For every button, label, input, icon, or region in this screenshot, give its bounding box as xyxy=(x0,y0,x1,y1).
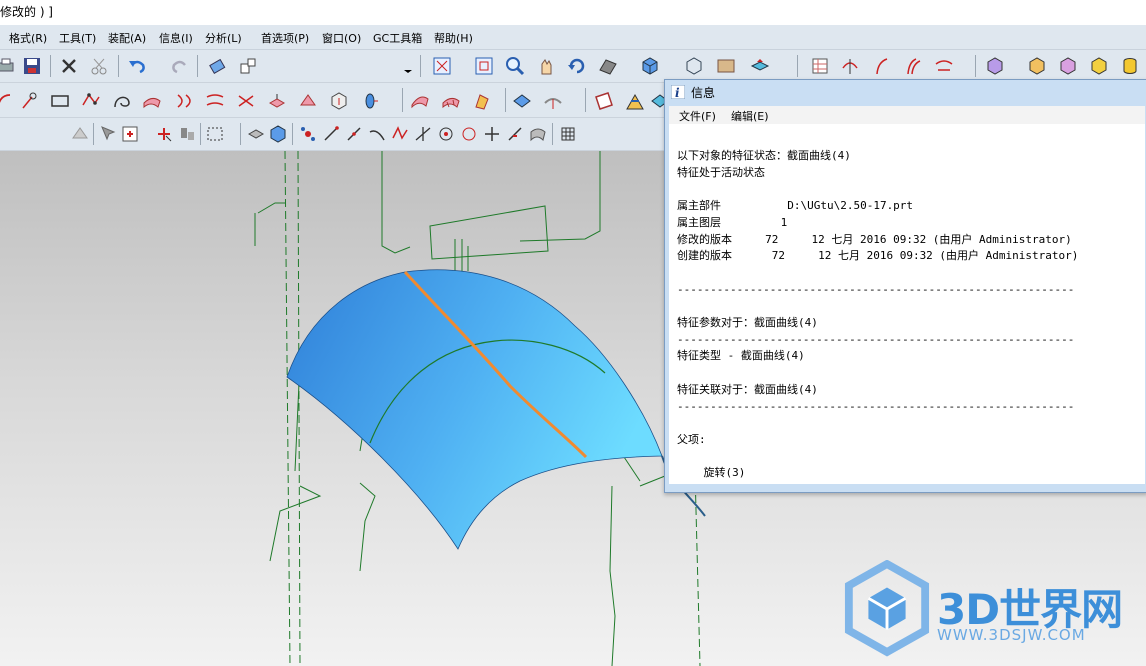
watermark-url: WWW.3DSJW.COM xyxy=(937,626,1086,644)
mirror-icon[interactable] xyxy=(543,91,563,111)
menu-preferences[interactable]: 首选项(P) xyxy=(261,30,309,46)
window-title-bar: 修改的 ) ] xyxy=(0,0,1146,24)
background-icon[interactable] xyxy=(716,56,736,76)
patch-icon[interactable] xyxy=(625,91,645,111)
menu-help[interactable]: 帮助(H) xyxy=(434,30,473,46)
fit-view-icon[interactable] xyxy=(432,56,452,76)
selection-scope-icon[interactable] xyxy=(70,124,90,144)
spline-icon[interactable] xyxy=(112,91,132,111)
rotate-icon[interactable] xyxy=(567,56,587,76)
info-dialog: i 信息 文件(F) 编辑(E) 以下对象的特征状态：截面曲线(4) 特征处于活… xyxy=(664,79,1146,493)
snap-quadrant-icon[interactable] xyxy=(459,124,479,144)
point-icon[interactable] xyxy=(20,91,40,111)
trimmed-sheet-icon[interactable] xyxy=(472,91,492,111)
snap-on-curve-icon[interactable] xyxy=(505,124,525,144)
through-curves-icon[interactable] xyxy=(410,91,430,111)
trim-icon[interactable] xyxy=(840,56,860,76)
cylinder-feature-icon[interactable] xyxy=(1120,56,1140,76)
sweep-icon[interactable] xyxy=(329,91,349,111)
undo-icon[interactable] xyxy=(127,56,147,76)
intersection-curve-icon[interactable] xyxy=(236,91,256,111)
extend-icon[interactable] xyxy=(872,56,892,76)
sew-icon[interactable] xyxy=(512,91,532,111)
orient-view-icon[interactable] xyxy=(640,56,660,76)
wireframe-icon[interactable] xyxy=(684,56,704,76)
zoom-icon[interactable] xyxy=(505,56,525,76)
svg-text:i: i xyxy=(675,86,680,99)
snap-intersection-icon[interactable] xyxy=(413,124,433,144)
snap-midpoint-icon[interactable] xyxy=(344,124,364,144)
snap-on-surface-icon[interactable] xyxy=(528,124,548,144)
repeat-command-icon[interactable] xyxy=(207,56,227,76)
general-selection-icon[interactable] xyxy=(99,124,119,144)
boss-feature-icon[interactable] xyxy=(1058,56,1078,76)
arc-icon[interactable] xyxy=(0,91,14,111)
watermark-logo-icon xyxy=(844,560,930,657)
menu-format[interactable]: 格式(R) xyxy=(9,30,47,46)
paste-icon[interactable] xyxy=(238,56,258,76)
info-text: 以下对象的特征状态：截面曲线(4) 特征处于活动状态 属主部件 D:\UGtu\… xyxy=(677,149,1079,480)
extrude-icon[interactable] xyxy=(267,91,287,111)
through-curve-mesh-icon[interactable] xyxy=(441,91,461,111)
window-title: 修改的 ) ] xyxy=(0,5,53,19)
menu-analysis[interactable]: 分析(L) xyxy=(205,30,242,46)
menu-bar: 格式(R) 工具(T) 装配(A) 信息(I) 分析(L) 首选项(P) 窗口(… xyxy=(0,25,1146,50)
offset-curve-icon[interactable] xyxy=(904,56,924,76)
revolved-surface[interactable] xyxy=(286,269,663,550)
snap-line-icon[interactable] xyxy=(321,124,341,144)
watermark: 3D世界网 WWW.3DSJW.COM xyxy=(843,560,1143,660)
snap-curve-icon[interactable] xyxy=(367,124,387,144)
info-text-area[interactable]: 以下对象的特征状态：截面曲线(4) 特征处于活动状态 属主部件 D:\UGtu\… xyxy=(669,124,1145,484)
pocket-feature-icon[interactable] xyxy=(1089,56,1109,76)
feature-group-icon[interactable] xyxy=(177,124,197,144)
snap-center-icon[interactable] xyxy=(436,124,456,144)
cut-icon[interactable] xyxy=(89,56,109,76)
zoom-window-icon[interactable] xyxy=(474,56,494,76)
chevron-down-icon[interactable] xyxy=(402,58,414,78)
menu-information[interactable]: 信息(I) xyxy=(159,30,193,46)
menu-gc-toolbox[interactable]: GC工具箱 xyxy=(373,30,422,46)
menu-tools[interactable]: 工具(T) xyxy=(59,30,96,46)
layer-icon[interactable] xyxy=(750,56,770,76)
body-select-icon[interactable] xyxy=(246,124,266,144)
snap-point-icon[interactable] xyxy=(154,124,174,144)
redo-icon[interactable] xyxy=(170,56,190,76)
surface-icon[interactable] xyxy=(142,91,162,111)
rectangle-icon[interactable] xyxy=(50,91,70,111)
polyline-icon[interactable] xyxy=(81,91,101,111)
solid-select-icon[interactable] xyxy=(268,124,288,144)
info-dialog-title: 信息 xyxy=(691,86,716,100)
pan-icon[interactable] xyxy=(536,56,556,76)
revolve-icon[interactable] xyxy=(298,91,318,111)
section-curve-icon[interactable] xyxy=(174,91,194,111)
hole-feature-icon[interactable] xyxy=(1027,56,1047,76)
info-menu-file[interactable]: 文件(F) xyxy=(679,108,716,124)
select-filter-icon[interactable] xyxy=(120,124,140,144)
render-style-icon[interactable] xyxy=(598,56,618,76)
snap-endpoint-icon[interactable] xyxy=(298,124,318,144)
info-menu-edit[interactable]: 编辑(E) xyxy=(731,108,769,124)
bounded-plane-icon[interactable] xyxy=(594,91,614,111)
print-icon[interactable] xyxy=(0,56,16,76)
menu-assembly[interactable]: 装配(A) xyxy=(108,30,146,46)
save-icon[interactable] xyxy=(22,56,42,76)
grid-icon[interactable] xyxy=(558,124,578,144)
cylinder-icon[interactable] xyxy=(360,91,380,111)
menu-window[interactable]: 窗口(O) xyxy=(322,30,361,46)
rectangle-select-icon[interactable] xyxy=(205,124,225,144)
projected-curve-icon[interactable] xyxy=(205,91,225,111)
analysis-icon[interactable] xyxy=(390,124,410,144)
spreadsheet-icon[interactable] xyxy=(810,56,830,76)
delete-icon[interactable] xyxy=(59,56,79,76)
info-dialog-menu: 文件(F) 编辑(E) xyxy=(669,106,1145,124)
bridge-curve-icon[interactable] xyxy=(934,56,954,76)
block-feature-icon[interactable] xyxy=(985,56,1005,76)
info-dialog-title-bar[interactable]: i 信息 xyxy=(670,84,716,104)
snap-existing-point-icon[interactable] xyxy=(482,124,502,144)
info-icon: i xyxy=(670,84,686,100)
